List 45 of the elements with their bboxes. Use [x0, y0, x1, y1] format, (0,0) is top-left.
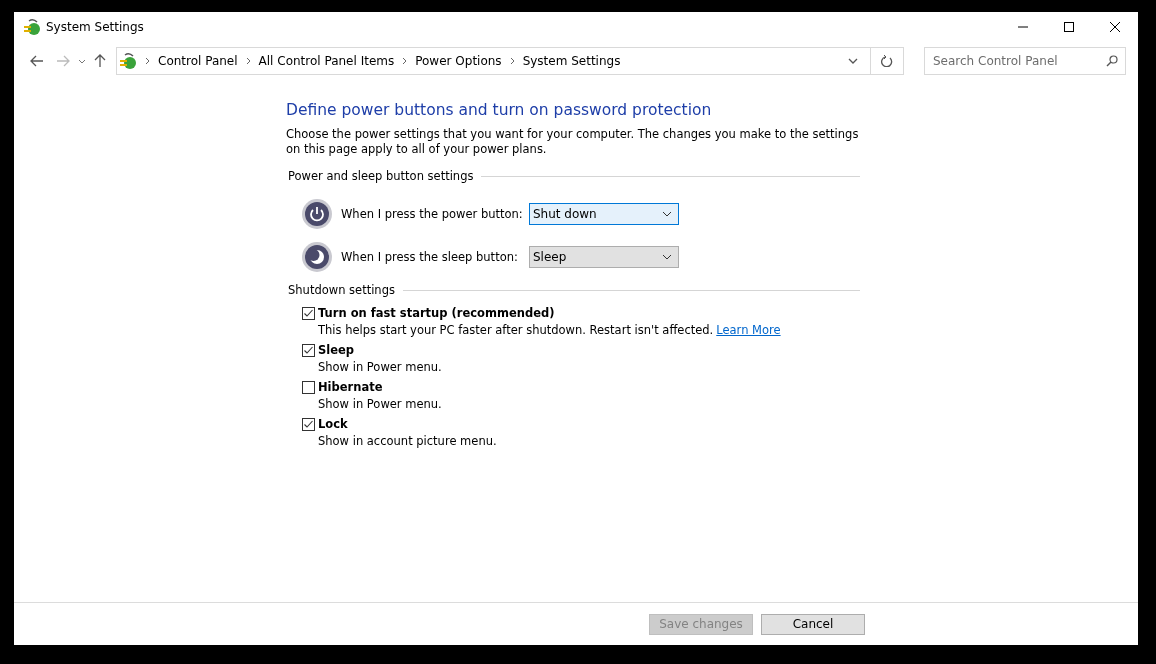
- chevron-down-icon: [662, 210, 672, 217]
- footer-button[interactable]: Cancel: [761, 613, 865, 635]
- checkbox[interactable]: [302, 343, 315, 357]
- option-description: This helps start your PC faster after shutdown. Restart isn't affected.: [318, 323, 714, 337]
- checkbox[interactable]: [302, 417, 315, 431]
- breadcrumb-item[interactable]: Power Options: [415, 54, 502, 68]
- option-label: Hibernate: [318, 380, 383, 394]
- option-description: Show in account picture menu.: [318, 434, 497, 448]
- option-label: Lock: [318, 417, 348, 431]
- search-field[interactable]: Search Control Panel: [924, 47, 1126, 75]
- window-title: System Settings: [46, 20, 144, 34]
- up-arrow-icon[interactable]: [94, 54, 106, 68]
- checkbox[interactable]: [302, 380, 315, 394]
- dropdown[interactable]: Sleep: [529, 245, 679, 268]
- chevron-right-icon: [245, 57, 251, 65]
- chevron-right-icon: [509, 57, 515, 65]
- breadcrumb-item[interactable]: Control Panel: [158, 54, 238, 68]
- page-description: Choose the power settings that you want for your computer. The changes you make to the settings on this page apply to all of your power plans.: [286, 127, 860, 157]
- chevron-down-icon[interactable]: [78, 58, 86, 64]
- checkbox[interactable]: [302, 306, 315, 320]
- back-arrow-icon[interactable]: [30, 55, 44, 67]
- option-label: Turn on fast startup (recommended): [318, 306, 555, 320]
- power-plug-icon: [23, 18, 41, 36]
- chevron-down-icon[interactable]: [848, 58, 858, 64]
- setting-label: When I press the power button:: [341, 206, 524, 221]
- section-title: Power and sleep button settings: [288, 169, 474, 183]
- page-heading: Define power buttons and turn on password protection: [286, 101, 713, 119]
- option-description: Show in Power menu.: [318, 360, 442, 374]
- option-label: Sleep: [318, 343, 355, 357]
- chevron-down-icon: [662, 253, 672, 260]
- refresh-icon: [881, 55, 893, 67]
- breadcrumb-item[interactable]: All Control Panel Items: [258, 54, 395, 68]
- section-title: Shutdown settings: [288, 283, 395, 297]
- chevron-right-icon: [145, 57, 150, 65]
- power-plug-icon: [119, 52, 137, 70]
- breadcrumb-item[interactable]: System Settings: [522, 54, 621, 68]
- moon-icon: [301, 240, 333, 273]
- power-icon: [301, 197, 333, 230]
- option-description: Show in Power menu.: [318, 397, 442, 411]
- address-bar[interactable]: Control Panel All Control Panel Items Power Options System Settings: [116, 47, 904, 75]
- setting-label: When I press the sleep button:: [341, 249, 519, 264]
- chevron-right-icon: [402, 57, 408, 65]
- search-icon: [1106, 55, 1118, 67]
- dropdown[interactable]: Shut down: [529, 202, 679, 225]
- learn-more-link[interactable]: Learn More: [716, 323, 781, 337]
